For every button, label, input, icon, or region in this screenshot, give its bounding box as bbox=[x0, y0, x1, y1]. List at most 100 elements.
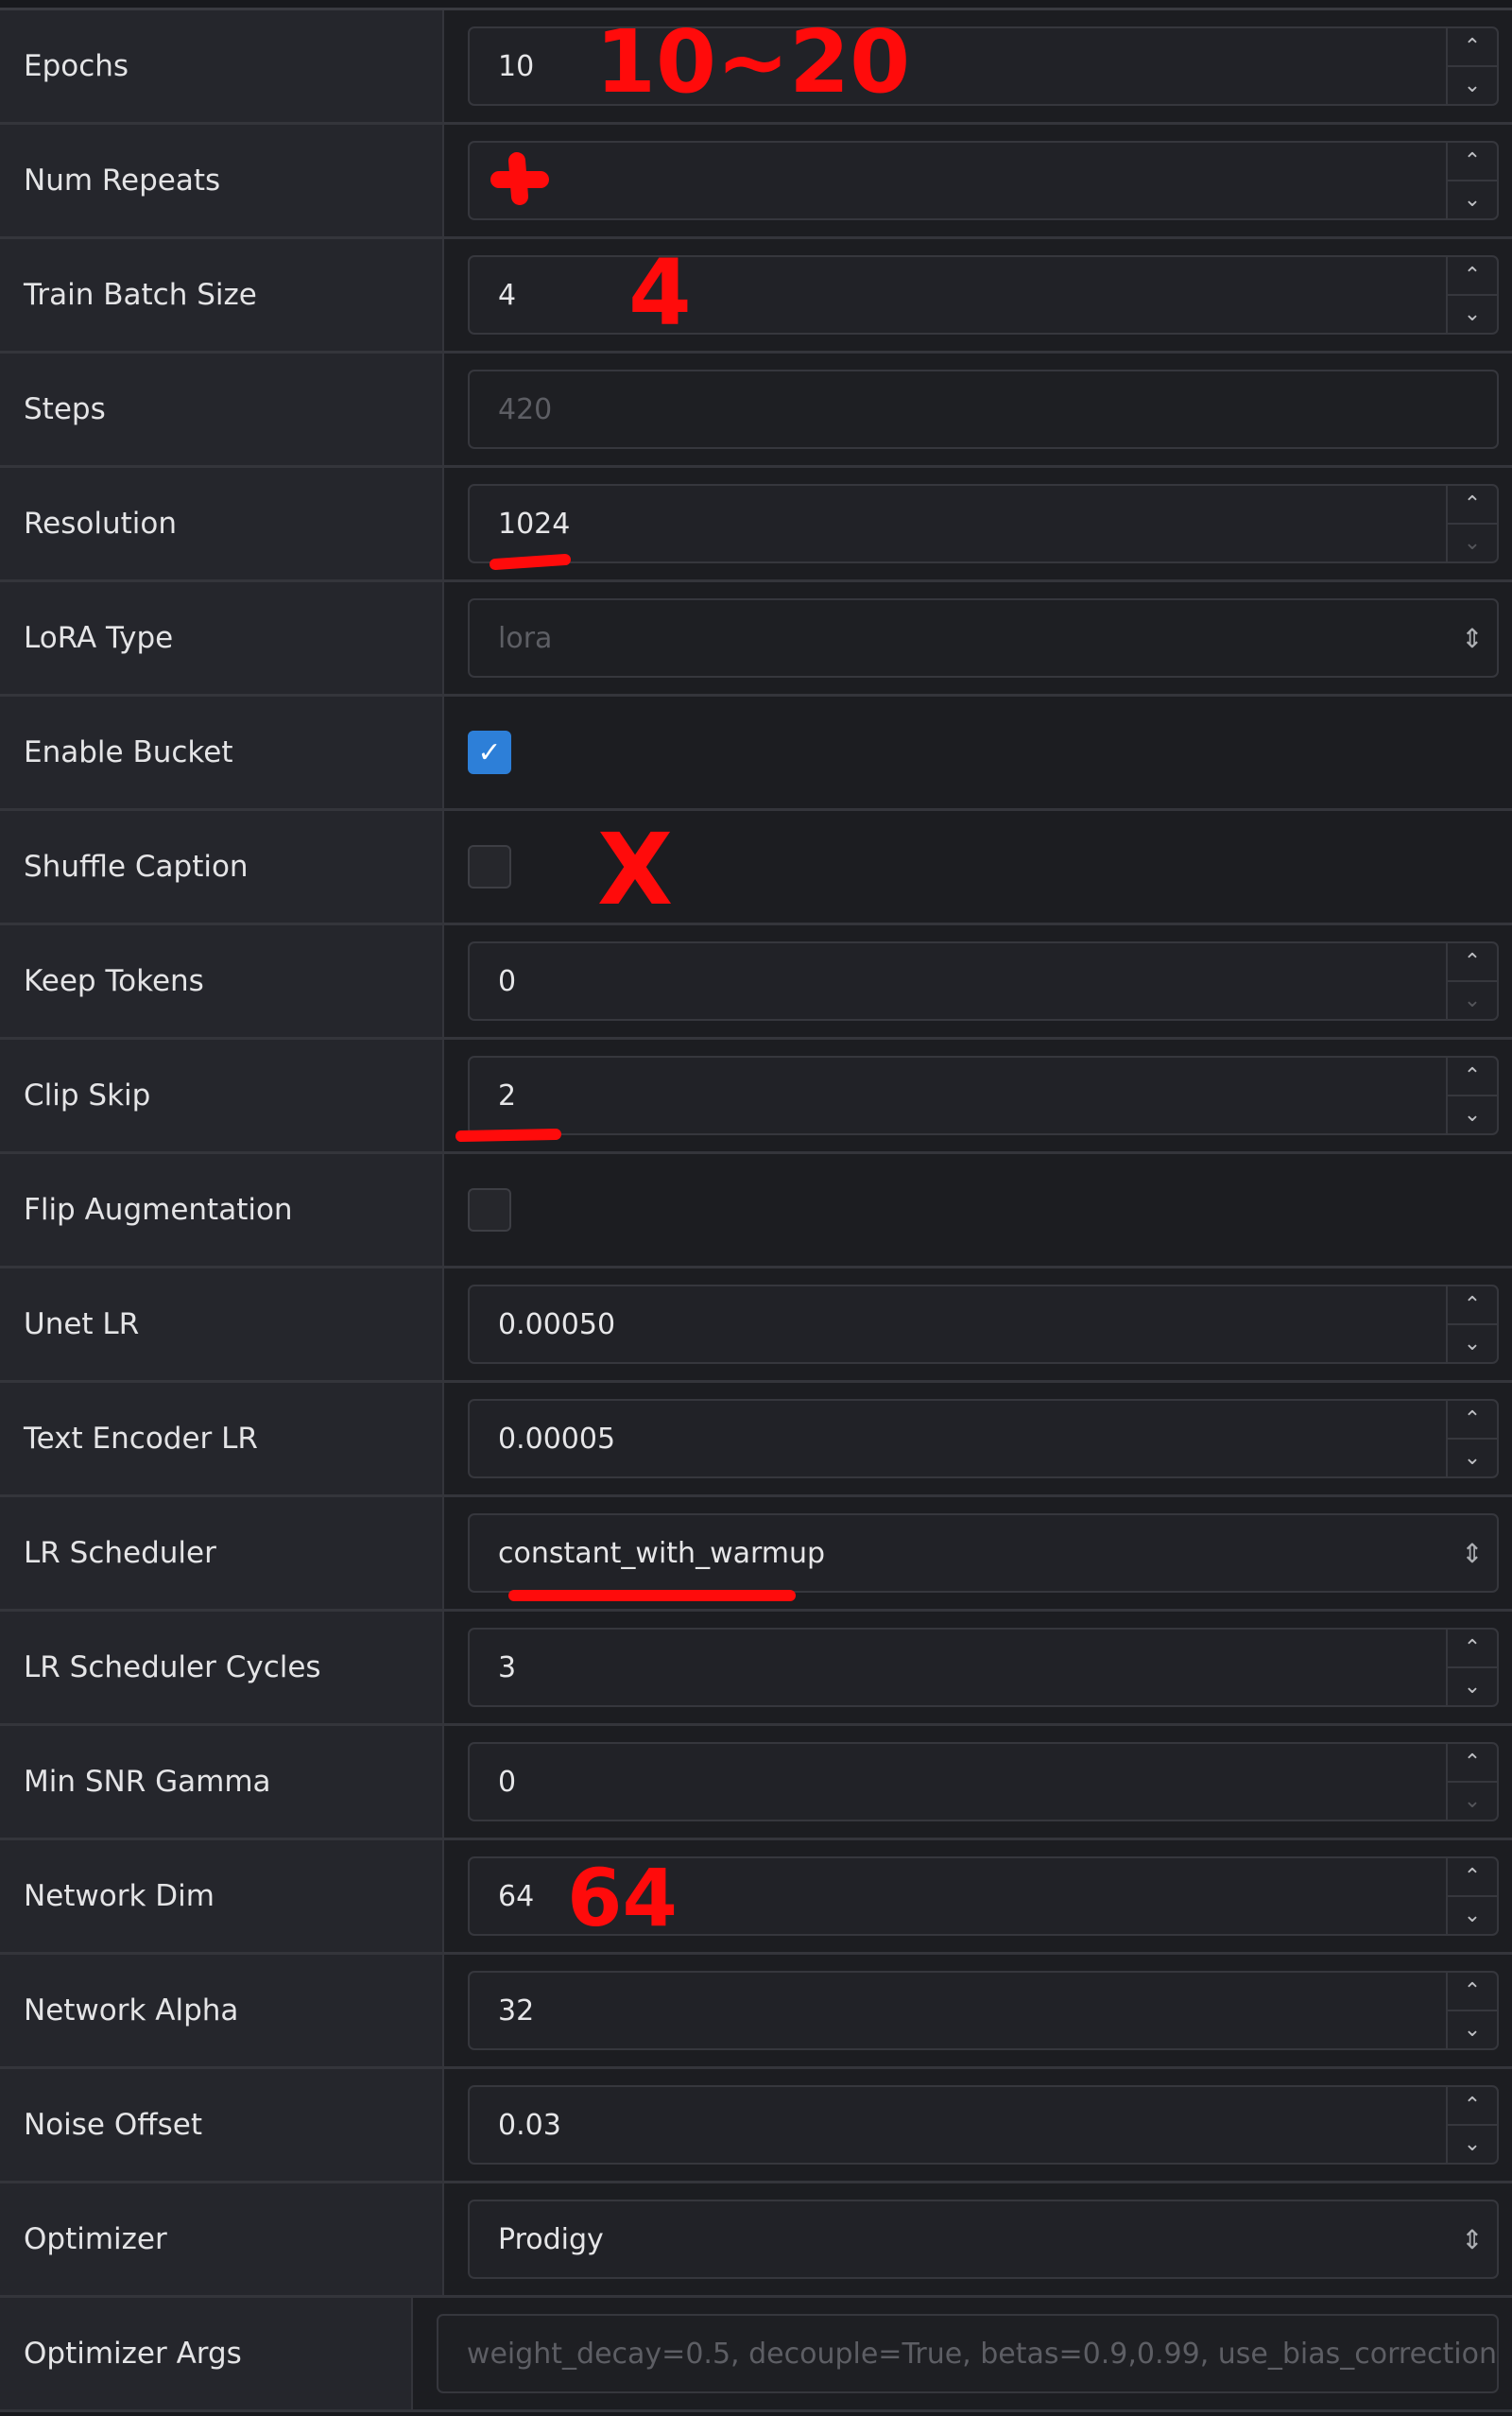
optimizer-select[interactable]: Prodigy ⇕ bbox=[468, 2200, 1499, 2279]
setting-label: Optimizer bbox=[0, 2183, 444, 2295]
network-dim-input[interactable]: 64 ⌃ ⌄ bbox=[468, 1856, 1499, 1936]
setting-label: LR Scheduler Cycles bbox=[0, 1612, 444, 1723]
setting-label: LR Scheduler bbox=[0, 1497, 444, 1609]
text-encoder-lr-stepper: ⌃ ⌄ bbox=[1446, 1401, 1497, 1476]
setting-control-cell: 0 ⌃ ⌄ bbox=[444, 1726, 1512, 1838]
num-repeats-input[interactable]: ⌃ ⌄ bbox=[468, 141, 1499, 220]
clip-skip-input[interactable]: 2 ⌃ ⌄ bbox=[468, 1056, 1499, 1135]
chevron-up-icon[interactable]: ⌃ bbox=[1448, 257, 1497, 294]
setting-label: Resolution bbox=[0, 468, 444, 579]
lr-scheduler-cycles-stepper: ⌃ ⌄ bbox=[1446, 1630, 1497, 1705]
up-down-arrows-icon: ⇕ bbox=[1461, 2223, 1484, 2255]
resolution-stepper: ⌃ ⌄ bbox=[1446, 486, 1497, 561]
chevron-down-icon[interactable]: ⌄ bbox=[1448, 294, 1497, 333]
setting-control-cell bbox=[444, 1154, 1512, 1266]
keep-tokens-input[interactable]: 0 ⌃ ⌄ bbox=[468, 941, 1499, 1021]
min-snr-gamma-value: 0 bbox=[498, 1765, 517, 1799]
chevron-up-icon[interactable]: ⌃ bbox=[1448, 486, 1497, 523]
network-dim-value: 64 bbox=[498, 1879, 535, 1913]
setting-row-train-batch-size: Train Batch Size 4 ⌃ ⌄ bbox=[0, 239, 1512, 354]
setting-label: Flip Augmentation bbox=[0, 1154, 444, 1266]
setting-row-noise-offset: Noise Offset 0.03 ⌃ ⌄ bbox=[0, 2069, 1512, 2183]
setting-control-cell: 1024 ⌃ ⌄ bbox=[444, 468, 1512, 579]
setting-row-lr-scheduler-cycles: LR Scheduler Cycles 3 ⌃ ⌄ bbox=[0, 1612, 1512, 1726]
setting-label: Enable Bucket bbox=[0, 697, 444, 808]
shuffle-caption-checkbox[interactable] bbox=[468, 845, 511, 889]
text-encoder-lr-input[interactable]: 0.00005 ⌃ ⌄ bbox=[468, 1399, 1499, 1478]
setting-label: Train Batch Size bbox=[0, 239, 444, 351]
up-down-arrows-icon: ⇕ bbox=[1461, 1537, 1484, 1569]
setting-row-enable-bucket: Enable Bucket ✓ bbox=[0, 697, 1512, 811]
epochs-input[interactable]: 10 ⌃ ⌄ bbox=[468, 26, 1499, 106]
setting-control-cell: 32 ⌃ ⌄ bbox=[444, 1955, 1512, 2066]
train-batch-size-stepper: ⌃ ⌄ bbox=[1446, 257, 1497, 333]
chevron-down-icon[interactable]: ⌄ bbox=[1448, 1323, 1497, 1362]
chevron-down-icon[interactable]: ⌄ bbox=[1448, 1095, 1497, 1133]
setting-label: Optimizer Args bbox=[0, 2298, 413, 2409]
setting-row-steps: Steps 420 bbox=[0, 354, 1512, 468]
setting-control-cell: ✓ bbox=[444, 697, 1512, 808]
chevron-up-icon[interactable]: ⌃ bbox=[1448, 1058, 1497, 1095]
epochs-value: 10 bbox=[498, 49, 535, 83]
setting-control-cell: 64 ⌃ ⌄ bbox=[444, 1840, 1512, 1952]
steps-input: 420 bbox=[468, 370, 1499, 449]
chevron-up-icon[interactable]: ⌃ bbox=[1448, 1744, 1497, 1781]
chevron-up-icon[interactable]: ⌃ bbox=[1448, 943, 1497, 980]
optimizer-value: Prodigy bbox=[498, 2222, 604, 2256]
lr-scheduler-select[interactable]: constant_with_warmup ⇕ bbox=[468, 1513, 1499, 1593]
noise-offset-stepper: ⌃ ⌄ bbox=[1446, 2087, 1497, 2163]
chevron-down-icon[interactable]: ⌄ bbox=[1448, 2010, 1497, 2048]
chevron-down-icon[interactable]: ⌄ bbox=[1448, 1666, 1497, 1705]
setting-control-cell: 2 ⌃ ⌄ bbox=[444, 1040, 1512, 1151]
clip-skip-stepper: ⌃ ⌄ bbox=[1446, 1058, 1497, 1133]
train-batch-size-input[interactable]: 4 ⌃ ⌄ bbox=[468, 255, 1499, 335]
setting-row-optimizer: Optimizer Prodigy ⇕ bbox=[0, 2183, 1512, 2298]
unet-lr-input[interactable]: 0.00050 ⌃ ⌄ bbox=[468, 1285, 1499, 1364]
chevron-down-icon[interactable]: ⌄ bbox=[1448, 523, 1497, 561]
chevron-down-icon[interactable]: ⌄ bbox=[1448, 1438, 1497, 1476]
enable-bucket-checkbox[interactable]: ✓ bbox=[468, 731, 511, 774]
training-settings-form: Epochs 10 ⌃ ⌄ Num Repeats ⌃ ⌄ Train Batch Size 4… bbox=[0, 8, 1512, 2412]
chevron-up-icon[interactable]: ⌃ bbox=[1448, 1630, 1497, 1666]
network-alpha-input[interactable]: 32 ⌃ ⌄ bbox=[468, 1971, 1499, 2050]
setting-label: LoRA Type bbox=[0, 582, 444, 694]
resolution-value: 1024 bbox=[498, 507, 571, 541]
setting-label: Network Dim bbox=[0, 1840, 444, 1952]
setting-row-resolution: Resolution 1024 ⌃ ⌄ bbox=[0, 468, 1512, 582]
setting-control-cell: 0.00050 ⌃ ⌄ bbox=[444, 1268, 1512, 1380]
setting-control-cell: 3 ⌃ ⌄ bbox=[444, 1612, 1512, 1723]
setting-row-clip-skip: Clip Skip 2 ⌃ ⌄ bbox=[0, 1040, 1512, 1154]
flip-augmentation-checkbox[interactable] bbox=[468, 1188, 511, 1232]
lr-scheduler-cycles-input[interactable]: 3 ⌃ ⌄ bbox=[468, 1628, 1499, 1707]
setting-label: Steps bbox=[0, 354, 444, 465]
steps-value: 420 bbox=[498, 392, 553, 426]
setting-row-keep-tokens: Keep Tokens 0 ⌃ ⌄ bbox=[0, 925, 1512, 1040]
chevron-up-icon[interactable]: ⌃ bbox=[1448, 2087, 1497, 2124]
setting-row-shuffle-caption: Shuffle Caption bbox=[0, 811, 1512, 925]
setting-label: Unet LR bbox=[0, 1268, 444, 1380]
setting-control-cell: weight_decay=0.5, decouple=True, betas=0… bbox=[412, 2298, 1512, 2409]
chevron-down-icon[interactable]: ⌄ bbox=[1448, 980, 1497, 1019]
setting-row-unet-lr: Unet LR 0.00050 ⌃ ⌄ bbox=[0, 1268, 1512, 1383]
min-snr-gamma-input[interactable]: 0 ⌃ ⌄ bbox=[468, 1742, 1499, 1821]
optimizer-args-input: weight_decay=0.5, decouple=True, betas=0… bbox=[436, 2314, 1499, 2393]
chevron-up-icon[interactable]: ⌃ bbox=[1448, 1858, 1497, 1895]
lr-scheduler-value: constant_with_warmup bbox=[498, 1536, 826, 1570]
chevron-down-icon[interactable]: ⌄ bbox=[1448, 1781, 1497, 1820]
chevron-down-icon[interactable]: ⌄ bbox=[1448, 2124, 1497, 2163]
noise-offset-input[interactable]: 0.03 ⌃ ⌄ bbox=[468, 2085, 1499, 2165]
chevron-down-icon[interactable]: ⌄ bbox=[1448, 180, 1497, 218]
text-encoder-lr-value: 0.00005 bbox=[498, 1422, 616, 1456]
num-repeats-stepper: ⌃ ⌄ bbox=[1446, 143, 1497, 218]
chevron-down-icon[interactable]: ⌄ bbox=[1448, 65, 1497, 104]
setting-row-lr-scheduler: LR Scheduler constant_with_warmup ⇕ bbox=[0, 1497, 1512, 1612]
chevron-up-icon[interactable]: ⌃ bbox=[1448, 28, 1497, 65]
chevron-down-icon[interactable]: ⌄ bbox=[1448, 1895, 1497, 1934]
resolution-input[interactable]: 1024 ⌃ ⌄ bbox=[468, 484, 1499, 563]
chevron-up-icon[interactable]: ⌃ bbox=[1448, 1973, 1497, 2010]
setting-label: Epochs bbox=[0, 10, 444, 122]
setting-row-epochs: Epochs 10 ⌃ ⌄ bbox=[0, 10, 1512, 125]
chevron-up-icon[interactable]: ⌃ bbox=[1448, 143, 1497, 180]
chevron-up-icon[interactable]: ⌃ bbox=[1448, 1286, 1497, 1323]
chevron-up-icon[interactable]: ⌃ bbox=[1448, 1401, 1497, 1438]
